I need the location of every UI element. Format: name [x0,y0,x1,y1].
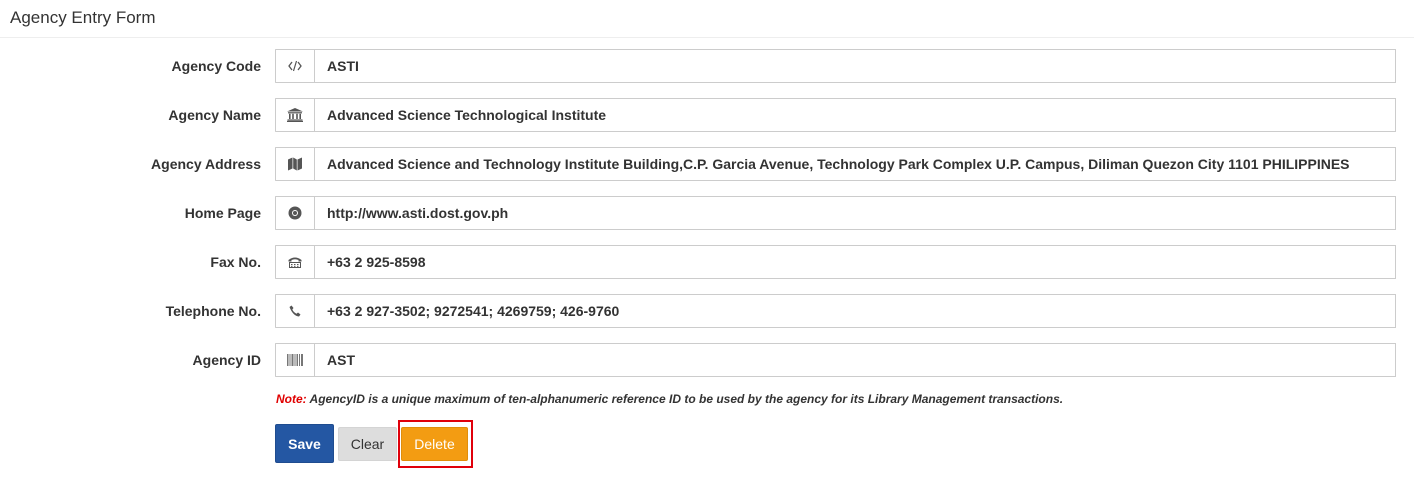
fax-input[interactable] [314,245,1396,279]
page-title: Agency Entry Form [10,8,156,27]
form-row-home-page: Home Page [0,196,1414,230]
code-icon [275,49,314,83]
form-row-fax: Fax No. [0,245,1414,279]
form-row-agency-id: Agency ID [0,343,1414,377]
agency-code-input[interactable] [314,49,1396,83]
phone-icon [275,294,314,328]
home-page-input[interactable] [314,196,1396,230]
fax-icon [275,245,314,279]
agency-address-label: Agency Address [151,156,261,172]
page-header: Agency Entry Form [0,0,1414,38]
telephone-input[interactable] [314,294,1396,328]
telephone-label: Telephone No. [165,303,261,319]
institution-icon [275,98,314,132]
agency-id-label: Agency ID [192,352,261,368]
note-prefix: Note: [276,392,307,406]
agency-code-label: Agency Code [171,58,261,74]
note-text: AgencyID is a unique maximum of ten-alph… [306,392,1064,406]
clear-button[interactable]: Clear [338,427,397,461]
form-row-agency-address: Agency Address [0,147,1414,181]
delete-button[interactable]: Delete [401,427,468,461]
home-page-label: Home Page [184,205,261,221]
form-row-telephone: Telephone No. [0,294,1414,328]
map-icon [275,147,314,181]
fax-label: Fax No. [210,254,261,270]
agency-id-input[interactable] [314,343,1396,377]
form-row-agency-code: Agency Code [0,49,1414,83]
agency-name-input[interactable] [314,98,1396,132]
agency-address-input[interactable] [314,147,1396,181]
agency-id-note: Note: AgencyID is a unique maximum of te… [276,392,1063,406]
agency-name-label: Agency Name [168,107,261,123]
form-row-agency-name: Agency Name [0,98,1414,132]
chrome-icon [275,196,314,230]
barcode-icon [275,343,314,377]
save-button[interactable]: Save [275,424,334,463]
